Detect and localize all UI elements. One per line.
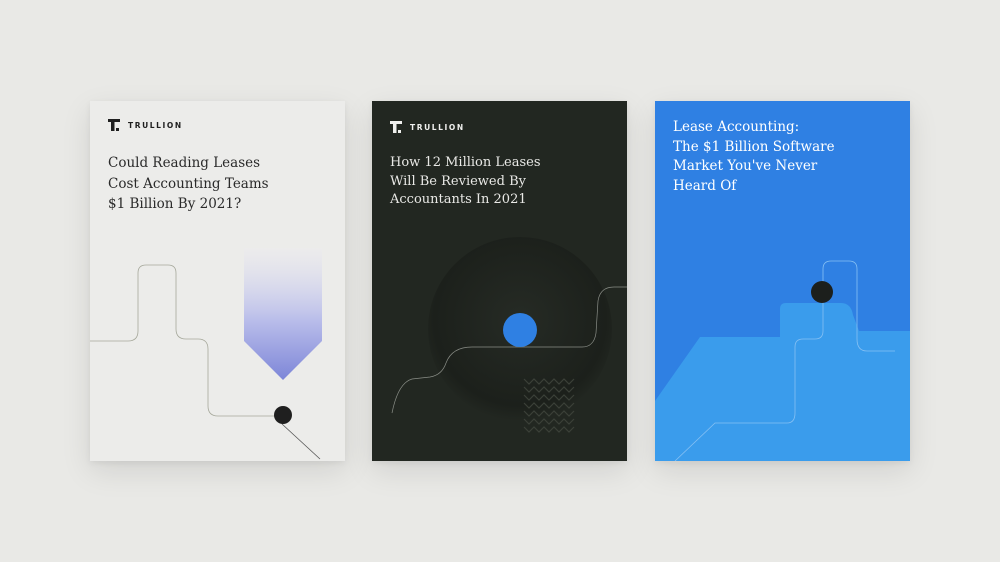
report-cover-3: Lease Accounting: The $1 Billion Softwar…: [655, 101, 910, 461]
light-mountain-shape: [655, 303, 910, 461]
brand-name: TRULLION: [410, 122, 465, 132]
brand-logo: TRULLION: [108, 119, 183, 131]
brand-logo: TRULLION: [390, 121, 465, 133]
report-cover-1: TRULLION Could Reading Leases Cost Accou…: [90, 101, 345, 461]
cover-title: Could Reading Leases Cost Accounting Tea…: [108, 155, 269, 212]
report-cover-2: TRULLION How 12 Million Leases Will Be R…: [372, 101, 627, 461]
cover-title: Lease Accounting: The $1 Billion Softwar…: [673, 119, 835, 194]
marker-dot: [274, 406, 292, 424]
trullion-logo-icon: [108, 119, 120, 131]
blue-dot: [503, 313, 537, 347]
marker-dot: [811, 281, 833, 303]
trullion-logo-icon: [390, 121, 402, 133]
arrow-shape: [244, 248, 322, 380]
brand-name: TRULLION: [128, 120, 183, 130]
cover-title: How 12 Million Leases Will Be Reviewed B…: [390, 155, 541, 207]
